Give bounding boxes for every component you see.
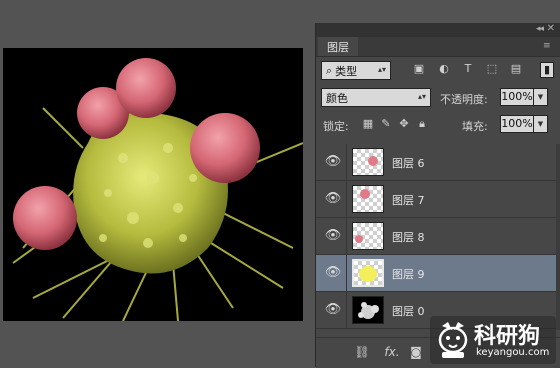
layers-list: 👁︎ 图层 6 👁︎ 图层 7 👁︎ 图层 8 👁︎ 图层 9 👁︎ 图层 0	[316, 144, 560, 330]
dropdown-arrow-icon: ▴▾	[417, 92, 426, 101]
filter-toggle-icon[interactable]: ▮	[540, 62, 554, 78]
watermark-url: keyangou.com	[476, 347, 550, 358]
thumbnail-image	[358, 302, 379, 319]
dog-logo-icon	[438, 322, 468, 358]
fill-label: 填充:	[462, 120, 488, 133]
panel-tab-bar: 图层 ≡	[316, 37, 560, 57]
blend-mode-dropdown[interactable]: 颜色 ▴▾	[321, 88, 431, 107]
adjustment-filter-icon[interactable]: ◐	[437, 62, 451, 76]
layer-name: 图层 7	[392, 194, 425, 207]
tab-layers[interactable]: 图层	[318, 37, 358, 56]
layer-row[interactable]: 👁︎ 图层 8	[316, 218, 556, 255]
blend-mode-label: 颜色	[326, 91, 348, 105]
divider	[346, 144, 347, 180]
eye-icon[interactable]: 👁︎	[322, 154, 344, 170]
lock-all-icon[interactable]: 🔒︎	[416, 118, 428, 130]
layer-name: 图层 8	[392, 231, 425, 244]
lock-brush-icon[interactable]: ✎	[380, 118, 392, 130]
thumbnail-image	[360, 189, 370, 199]
opacity-input[interactable]: 100%	[500, 88, 534, 106]
eye-icon[interactable]: 👁︎	[322, 302, 344, 318]
layer-thumbnail	[352, 222, 384, 250]
fill-slider-toggle[interactable]: ▼	[534, 115, 548, 133]
divider	[346, 218, 347, 254]
shape-filter-icon[interactable]: ⬚	[485, 62, 499, 76]
opacity-slider-toggle[interactable]: ▼	[534, 88, 548, 106]
layer-row[interactable]: 👁︎ 图层 7	[316, 181, 556, 218]
link-icon[interactable]: ⛓︎	[354, 344, 370, 360]
eye-icon[interactable]: 👁︎	[322, 265, 344, 281]
layer-name: 图层 0	[392, 305, 425, 318]
dropdown-arrow-icon: ▴▾	[377, 65, 386, 74]
layer-name: 图层 6	[392, 157, 425, 170]
layer-thumbnail	[352, 148, 384, 176]
panel-title-bar: ◂◂ ✕	[316, 23, 560, 37]
layer-thumbnail	[352, 296, 384, 324]
cell-micrograph-image	[12, 58, 303, 321]
fx-button[interactable]: fx.	[380, 344, 404, 360]
watermark: 科研狗 keyangou.com	[430, 316, 556, 364]
smart-object-filter-icon[interactable]: ▤	[509, 62, 523, 76]
document-canvas[interactable]	[3, 48, 303, 321]
divider	[346, 255, 347, 291]
watermark-brand: 科研狗	[474, 324, 541, 349]
layer-name: 图层 9	[392, 268, 425, 281]
divider	[346, 181, 347, 217]
filter-kind-dropdown[interactable]: ⌕ 类型 ▴▾	[321, 61, 391, 80]
eye-icon[interactable]: 👁︎	[322, 228, 344, 244]
close-icon[interactable]: ✕	[547, 23, 555, 34]
divider	[346, 292, 347, 328]
opacity-label: 不透明度:	[440, 93, 488, 106]
lock-label: 锁定:	[323, 120, 349, 133]
eye-icon[interactable]: 👁︎	[322, 191, 344, 207]
thumbnail-image	[359, 266, 377, 282]
search-icon: ⌕	[326, 63, 333, 77]
panel-menu-icon[interactable]: ≡	[543, 41, 555, 51]
layer-row[interactable]: 👁︎ 图层 6	[316, 144, 556, 181]
mask-icon[interactable]: ◙	[408, 344, 424, 360]
lock-row: 锁定: ▦ ✎ ✥ 🔒︎ 填充: 100% ▼	[316, 114, 560, 138]
double-chevron-icon[interactable]: ◂◂	[536, 24, 544, 34]
type-filter-icon[interactable]: T	[461, 62, 475, 76]
layer-row-selected[interactable]: 👁︎ 图层 9	[316, 255, 556, 292]
thumbnail-image	[368, 156, 378, 166]
blend-row: 颜色 ▴▾ 不透明度: 100% ▼	[316, 86, 560, 110]
filter-kind-label: 类型	[335, 64, 358, 78]
layers-scrollbar[interactable]	[556, 144, 560, 330]
lock-move-icon[interactable]: ✥	[398, 118, 410, 130]
fill-input[interactable]: 100%	[500, 115, 534, 133]
thumbnail-image	[355, 235, 363, 243]
layer-thumbnail	[352, 185, 384, 213]
pixel-filter-icon[interactable]: ▣	[412, 62, 426, 76]
layer-thumbnail	[352, 259, 384, 287]
filter-row: ⌕ 类型 ▴▾ ▣ ◐ T ⬚ ▤ ▮	[316, 59, 560, 83]
lock-transparent-icon[interactable]: ▦	[362, 118, 374, 130]
